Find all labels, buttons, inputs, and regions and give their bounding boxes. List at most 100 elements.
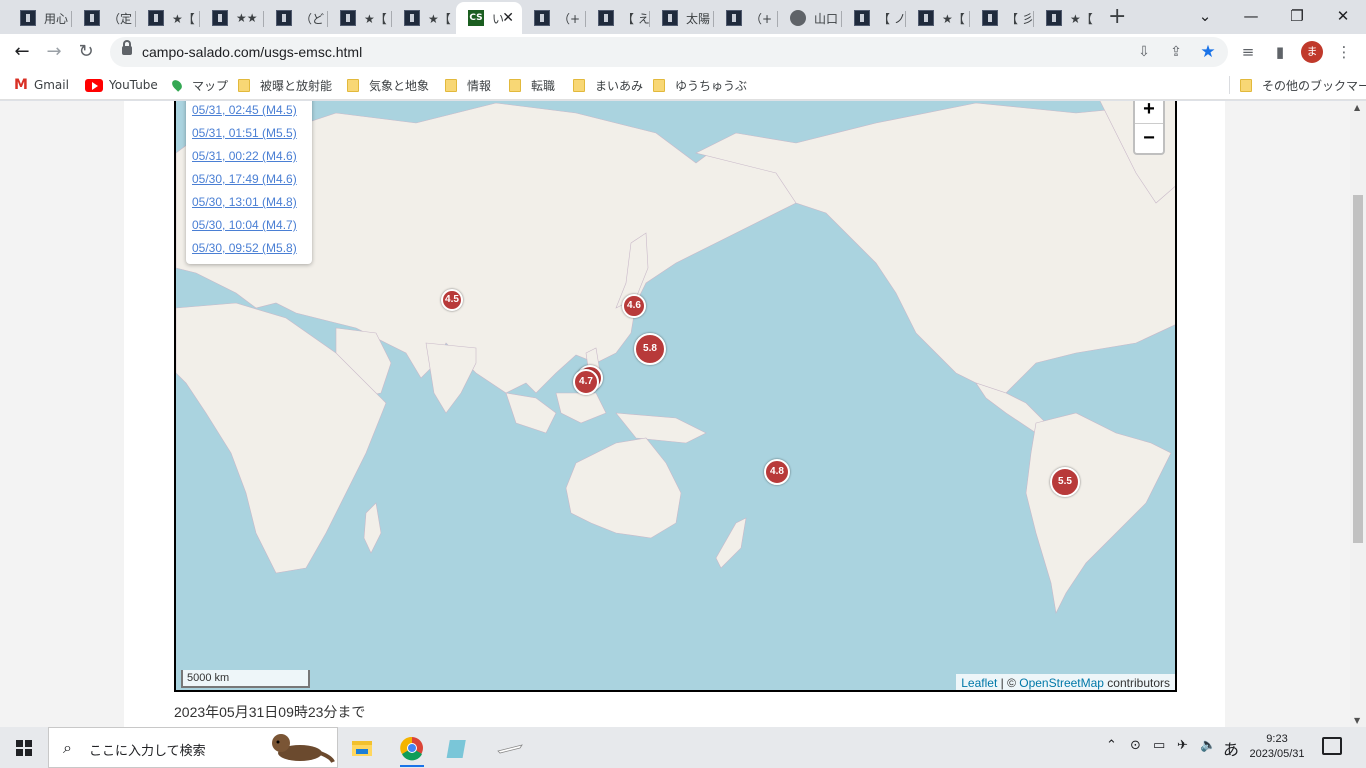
- tab-search-chevron-icon[interactable]: ⌄: [1182, 0, 1228, 32]
- tab[interactable]: ★★: [200, 4, 264, 32]
- folder-icon: [653, 78, 665, 92]
- minimize-button[interactable]: —: [1228, 0, 1274, 32]
- site-icon: [1046, 10, 1062, 26]
- url-text[interactable]: campo-salado.com/usgs-emsc.html: [142, 44, 362, 60]
- airplane-app-icon[interactable]: [490, 733, 530, 765]
- menu-kebab-icon[interactable]: ⋮: [1334, 42, 1354, 62]
- bookmark-maps[interactable]: マップ: [170, 76, 228, 94]
- site-icon: [404, 10, 420, 26]
- back-button[interactable]: ←: [8, 38, 36, 66]
- tab[interactable]: ★【: [328, 4, 392, 32]
- earthquake-map[interactable]: 4.5 4.6 5.8 4.6 4.7 4.8 5.5 05/31, 02:45…: [174, 101, 1177, 692]
- tab[interactable]: 山口: [778, 4, 842, 32]
- share-icon[interactable]: ⇪: [1166, 42, 1186, 62]
- bookmark-folder[interactable]: まいあみ: [573, 76, 643, 94]
- other-bookmarks[interactable]: その他のブックマーク: [1240, 76, 1366, 94]
- earthquake-marker[interactable]: 4.7: [573, 369, 599, 395]
- leaflet-link[interactable]: Leaflet: [961, 676, 997, 690]
- folder-icon: [509, 78, 521, 92]
- earthquake-marker[interactable]: 4.8: [764, 459, 790, 485]
- site-icon: [84, 10, 100, 26]
- taskbar-search[interactable]: ⌕ ここに入力して検索: [48, 727, 338, 768]
- side-panel-icon[interactable]: ▮: [1270, 42, 1290, 62]
- earthquake-link[interactable]: 05/30, 10:04 (M4.7): [192, 214, 306, 237]
- earthquake-marker[interactable]: 5.8: [634, 333, 666, 365]
- taskbar-clock[interactable]: 9:23 2023/05/31: [1246, 732, 1308, 762]
- zoom-in-button[interactable]: +: [1135, 101, 1163, 124]
- earthquake-link[interactable]: 05/30, 09:52 (M5.8): [192, 237, 306, 260]
- install-app-icon[interactable]: ⇩: [1134, 42, 1154, 62]
- earthquake-link[interactable]: 05/30, 17:49 (M4.6): [192, 168, 306, 191]
- ime-indicator[interactable]: あ: [1223, 736, 1239, 760]
- tab-title: 【 ノ: [878, 11, 906, 26]
- scroll-up-icon[interactable]: ▲: [1354, 103, 1360, 112]
- lock-icon[interactable]: [122, 40, 132, 55]
- earthquake-link[interactable]: 05/30, 13:01 (M4.8): [192, 191, 306, 214]
- tab[interactable]: （定: [72, 4, 136, 32]
- tab[interactable]: ★【: [136, 4, 200, 32]
- profile-avatar[interactable]: ま: [1301, 41, 1323, 63]
- tab[interactable]: 太陽: [650, 4, 714, 32]
- chevron-up-icon[interactable]: ⌃: [1106, 738, 1117, 753]
- new-tab-button[interactable]: +: [1108, 4, 1126, 30]
- vertical-scrollbar[interactable]: ▲ ▼: [1350, 101, 1366, 727]
- window-close-button[interactable]: ✕: [1320, 0, 1366, 32]
- tab-title: 用心: [44, 11, 69, 26]
- earthquake-link[interactable]: 05/31, 02:45 (M4.5): [192, 101, 306, 122]
- tab[interactable]: 【 え: [586, 4, 650, 32]
- notepad-app-icon[interactable]: [440, 733, 480, 765]
- earthquake-marker[interactable]: 4.6: [622, 294, 646, 318]
- site-icon: [982, 10, 998, 26]
- battery-icon[interactable]: ▭: [1153, 738, 1165, 753]
- bookmark-folder[interactable]: ゆうちゅうぶ: [653, 76, 747, 94]
- media-queue-icon[interactable]: ≡: [1238, 42, 1258, 62]
- tab[interactable]: ★【: [392, 4, 456, 32]
- tab-title: （+: [750, 11, 773, 26]
- browser-toolbar: ← → ↻ campo-salado.com/usgs-emsc.html ⇩ …: [0, 34, 1366, 70]
- network-icon[interactable]: ✈: [1177, 738, 1188, 753]
- scroll-down-icon[interactable]: ▼: [1354, 716, 1360, 725]
- tab[interactable]: ★【: [1034, 4, 1098, 32]
- chrome-icon[interactable]: [392, 733, 432, 767]
- zoom-control: + −: [1133, 101, 1165, 155]
- osm-link[interactable]: OpenStreetMap: [1019, 676, 1104, 690]
- windows-start-icon[interactable]: [16, 740, 32, 756]
- scroll-thumb[interactable]: [1353, 195, 1363, 543]
- tab[interactable]: 用心: [8, 4, 72, 32]
- tab-strip: 用心 （定 ★【 ★★ （ど ★【 ★【 CS い ✕ （+ 【 え 太陽 （+ 山…: [0, 0, 1366, 34]
- bookmark-folder[interactable]: 転職: [509, 76, 555, 94]
- tab-title: ★【: [1070, 11, 1093, 26]
- bookmark-gmail[interactable]: M Gmail: [14, 76, 69, 94]
- tab[interactable]: ★【: [906, 4, 970, 32]
- youtube-icon: [85, 78, 103, 92]
- tab-title: 【 え: [622, 11, 650, 26]
- bookmark-folder[interactable]: 被曝と放射能: [238, 76, 332, 94]
- tab-title: （+: [558, 11, 581, 26]
- clock-time: 9:23: [1266, 733, 1288, 745]
- tab[interactable]: （+: [714, 4, 778, 32]
- notification-center-icon[interactable]: [1322, 737, 1342, 755]
- close-icon[interactable]: ✕: [502, 10, 514, 26]
- site-icon: [918, 10, 934, 26]
- forward-button[interactable]: →: [40, 38, 68, 66]
- earthquake-link[interactable]: 05/31, 00:22 (M4.6): [192, 145, 306, 168]
- tab[interactable]: 【 彡: [970, 4, 1034, 32]
- tab[interactable]: （ど: [264, 4, 328, 32]
- zoom-out-button[interactable]: −: [1135, 124, 1163, 153]
- bookmark-youtube[interactable]: YouTube: [85, 76, 158, 94]
- restore-button[interactable]: ❐: [1274, 0, 1320, 32]
- tab[interactable]: 【 ノ: [842, 4, 906, 32]
- bookmark-star-icon[interactable]: ★: [1198, 42, 1218, 62]
- file-explorer-icon[interactable]: [342, 733, 382, 765]
- meet-now-icon[interactable]: ⊙: [1130, 738, 1141, 753]
- address-bar[interactable]: campo-salado.com/usgs-emsc.html ⇩ ⇪ ★: [110, 37, 1228, 67]
- tab[interactable]: （+: [522, 4, 586, 32]
- bookmark-folder[interactable]: 情報: [445, 76, 491, 94]
- bookmark-folder[interactable]: 気象と地象: [347, 76, 429, 94]
- earthquake-marker[interactable]: 4.5: [441, 289, 463, 311]
- reload-button[interactable]: ↻: [72, 38, 100, 66]
- volume-icon[interactable]: 🔈: [1200, 738, 1216, 753]
- tab-active[interactable]: CS い ✕: [456, 2, 522, 34]
- earthquake-link[interactable]: 05/31, 01:51 (M5.5): [192, 122, 306, 145]
- earthquake-marker[interactable]: 5.5: [1050, 467, 1080, 497]
